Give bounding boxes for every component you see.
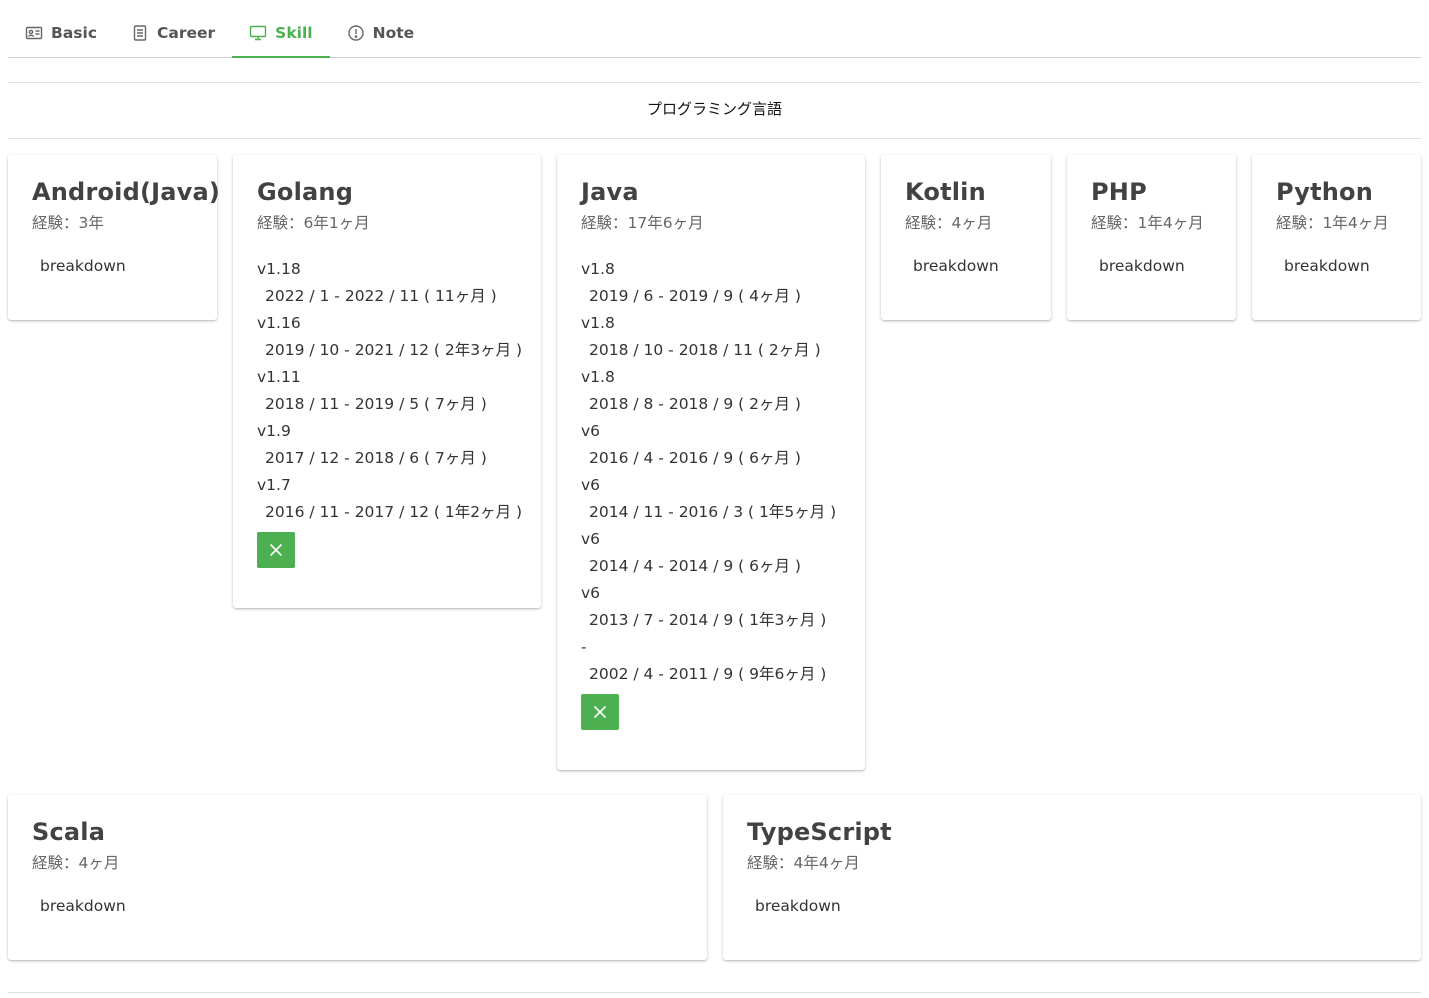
version-label: v1.8 [581, 368, 615, 386]
skill-experience: 経験：17年6ヶ月 [581, 214, 704, 232]
period-range: 2017 / 12 - 2018 / 6 ( 7ヶ月 ) [265, 449, 487, 467]
breakdown-list: v1.18 2022 / 1 - 2022 / 11 ( 11ヶ月 ) v1.1… [257, 256, 523, 526]
skill-card-golang: Golang 経験：6年1ヶ月 v1.18 2022 / 1 - 2022 / … [233, 155, 541, 608]
skill-card-kotlin: Kotlin 経験：4ヶ月 breakdown [881, 155, 1051, 320]
skill-name: Scala [32, 818, 106, 846]
close-icon [593, 705, 607, 719]
tab-label: Career [157, 23, 216, 42]
period-range: 2019 / 6 - 2019 / 9 ( 4ヶ月 ) [589, 287, 801, 305]
document-icon [133, 24, 147, 41]
tab-note[interactable]: Note [330, 8, 432, 57]
version-label: v6 [581, 476, 601, 494]
skill-name: Golang [257, 178, 354, 206]
divider [8, 138, 1421, 139]
tab-label: Note [372, 23, 415, 42]
version-label: v1.7 [257, 476, 291, 494]
version-label: v1.18 [257, 260, 301, 278]
skill-name: Java [581, 178, 639, 206]
breakdown-link[interactable]: breakdown [1099, 256, 1212, 276]
tab-skill[interactable]: Skill [232, 8, 331, 58]
close-breakdown-button[interactable] [257, 532, 295, 568]
period-range: 2016 / 4 - 2016 / 9 ( 6ヶ月 ) [589, 449, 801, 467]
version-label: v6 [581, 584, 601, 602]
skill-card-typescript: TypeScript 経験：4年4ヶ月 breakdown [723, 795, 1421, 960]
tab-label: Basic [51, 23, 98, 42]
skill-name: TypeScript [747, 818, 892, 846]
breakdown-link[interactable]: breakdown [40, 256, 193, 276]
breakdown-link[interactable]: breakdown [913, 256, 1027, 276]
skill-name: Python [1276, 178, 1374, 206]
version-label: v1.16 [257, 314, 301, 332]
skill-experience: 経験：6年1ヶ月 [257, 214, 370, 232]
version-label: v1.11 [257, 368, 301, 386]
monitor-icon [249, 25, 267, 40]
skill-experience: 経験：4ヶ月 [905, 214, 993, 232]
breakdown-link[interactable]: breakdown [1284, 256, 1397, 276]
breakdown-link[interactable]: breakdown [755, 896, 1397, 916]
skill-card-php: PHP 経験：1年4ヶ月 breakdown [1067, 155, 1236, 320]
version-label: v6 [581, 422, 601, 440]
close-icon [269, 543, 283, 557]
tab-bar: Basic Career Skill Note [8, 8, 1421, 58]
version-label: v6 [581, 530, 601, 548]
divider [8, 992, 1421, 993]
version-label: - [581, 638, 587, 656]
skill-card-scala: Scala 経験：4ヶ月 breakdown [8, 795, 707, 960]
id-card-icon [25, 26, 43, 39]
skill-card-android-java: Android(Java) 経験：3年 breakdown [8, 155, 221, 320]
divider [8, 82, 1421, 83]
skill-name: Kotlin [905, 178, 986, 206]
period-range: 2022 / 1 - 2022 / 11 ( 11ヶ月 ) [265, 287, 497, 305]
period-range: 2014 / 4 - 2014 / 9 ( 6ヶ月 ) [589, 557, 801, 575]
breakdown-link[interactable]: breakdown [40, 896, 683, 916]
section-title: プログラミング言語 [646, 100, 782, 118]
skill-experience: 経験：3年 [32, 214, 104, 232]
skill-name: Android(Java) [32, 178, 221, 206]
skill-name: PHP [1091, 178, 1147, 206]
version-label: v1.8 [581, 314, 615, 332]
tab-basic[interactable]: Basic [8, 8, 114, 57]
skill-experience: 経験：4年4ヶ月 [747, 854, 860, 872]
period-range: 2013 / 7 - 2014 / 9 ( 1年3ヶ月 ) [589, 611, 827, 629]
version-label: v1.8 [581, 260, 615, 278]
period-range: 2002 / 4 - 2011 / 9 ( 9年6ヶ月 ) [589, 665, 827, 683]
period-range: 2018 / 11 - 2019 / 5 ( 7ヶ月 ) [265, 395, 487, 413]
skill-experience: 経験：1年4ヶ月 [1091, 214, 1204, 232]
period-range: 2016 / 11 - 2017 / 12 ( 1年2ヶ月 ) [265, 503, 523, 521]
close-breakdown-button[interactable] [581, 694, 619, 730]
breakdown-list: v1.8 2019 / 6 - 2019 / 9 ( 4ヶ月 ) v1.8 20… [581, 256, 841, 688]
skill-card-python: Python 経験：1年4ヶ月 breakdown [1252, 155, 1421, 320]
period-range: 2018 / 8 - 2018 / 9 ( 2ヶ月 ) [589, 395, 801, 413]
version-label: v1.9 [257, 422, 291, 440]
skill-card-java: Java 経験：17年6ヶ月 v1.8 2019 / 6 - 2019 / 9 … [557, 155, 865, 770]
tab-career[interactable]: Career [114, 8, 232, 57]
skill-experience: 経験：4ヶ月 [32, 854, 120, 872]
period-range: 2019 / 10 - 2021 / 12 ( 2年3ヶ月 ) [265, 341, 523, 359]
tab-label: Skill [275, 23, 313, 42]
period-range: 2018 / 10 - 2018 / 11 ( 2ヶ月 ) [589, 341, 821, 359]
info-circle-icon [347, 24, 364, 41]
skill-experience: 経験：1年4ヶ月 [1276, 214, 1389, 232]
period-range: 2014 / 11 - 2016 / 3 ( 1年5ヶ月 ) [589, 503, 837, 521]
